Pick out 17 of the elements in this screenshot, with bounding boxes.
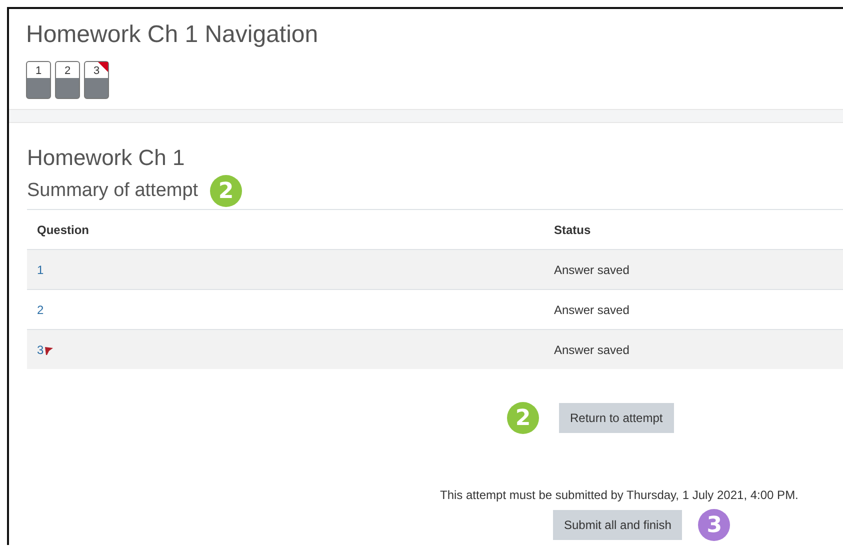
deadline-text: This attempt must be submitted by Thursday, 1 July 2021, 4:00 PM. (440, 488, 800, 502)
summary-heading: Summary of attempt (27, 180, 198, 202)
step-number-badge: 2 (210, 175, 242, 207)
navigation-title: Homework Ch 1 Navigation (26, 21, 320, 49)
question-nav-button[interactable]: 1 (26, 61, 51, 99)
question-nav-button[interactable]: 2 (55, 61, 80, 99)
question-link[interactable]: 2 (37, 302, 44, 316)
status-cell: Answer saved (544, 330, 843, 369)
submit-button[interactable]: Submit all and finish (553, 510, 682, 540)
step-number-badge: 3 (698, 509, 730, 541)
step-number-badge: 2 (507, 402, 539, 434)
quiz-title: Homework Ch 1 (27, 145, 186, 171)
question-nav-button[interactable]: 3 (84, 61, 109, 99)
question-link[interactable]: 1 (37, 262, 44, 276)
question-link[interactable]: 3 (37, 342, 44, 356)
status-cell: Answer saved (544, 250, 843, 290)
return-to-attempt-button[interactable]: Return to attempt (559, 403, 674, 433)
